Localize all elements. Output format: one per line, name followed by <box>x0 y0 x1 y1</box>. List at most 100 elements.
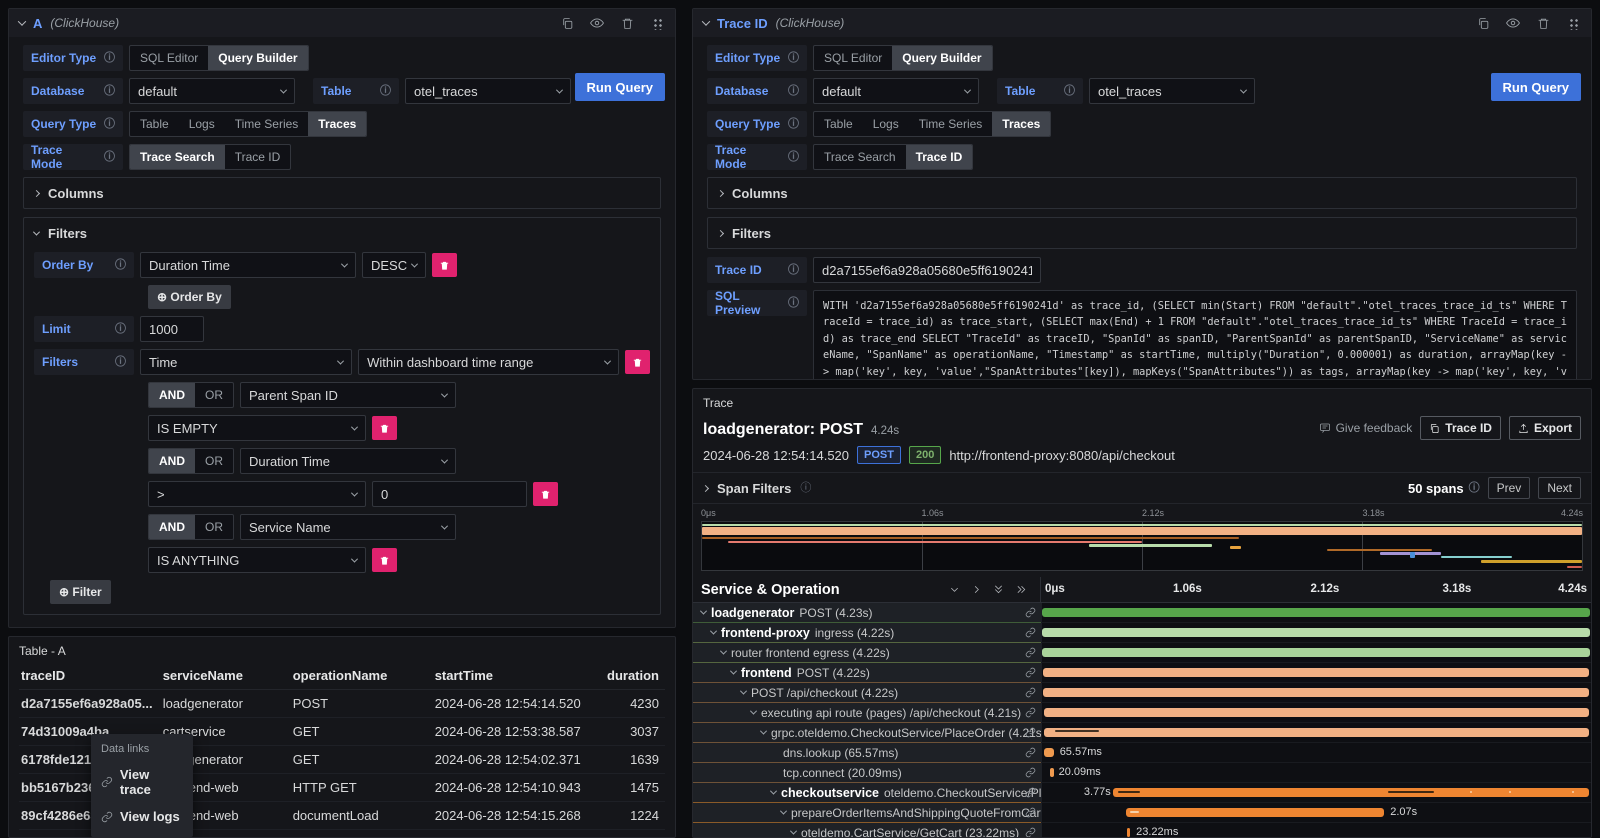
span-row[interactable]: loadgeneratorPOST (4.23s) <box>693 603 1591 623</box>
query-type-table[interactable]: Table <box>130 112 179 136</box>
chevron-down-icon[interactable] <box>750 708 757 715</box>
add-order-by-button[interactable]: ⊕ Order By <box>148 285 231 309</box>
chevron-down-icon[interactable] <box>740 688 747 695</box>
span-bar[interactable] <box>1050 768 1054 777</box>
span-bar[interactable] <box>1127 828 1130 837</box>
order-by-direction-select[interactable]: DESC <box>362 252 426 278</box>
query-type-logs[interactable]: Logs <box>179 112 225 136</box>
span-name-cell[interactable]: grpc.oteldemo.CheckoutService/PlaceOrder… <box>693 723 1041 743</box>
link-icon[interactable] <box>1025 607 1036 621</box>
trace-id-input[interactable] <box>813 257 1041 283</box>
span-bar[interactable] <box>1043 688 1590 697</box>
span-name-cell[interactable]: executing api route (pages) /api/checkou… <box>693 703 1041 723</box>
span-row[interactable]: frontendPOST (4.22s) <box>693 663 1591 683</box>
remove-filter-button[interactable] <box>625 350 650 374</box>
span-row[interactable]: oteldemo.CartService/GetCart (23.22ms) 2… <box>693 823 1591 838</box>
link-icon[interactable] <box>1025 827 1036 838</box>
chevron-right-icon[interactable] <box>702 484 709 491</box>
collapse-chevron-icon[interactable] <box>18 17 26 25</box>
query-type-traces[interactable]: Traces <box>308 112 366 136</box>
filter-field-select[interactable]: Service Name <box>240 514 456 540</box>
span-bar[interactable] <box>1044 748 1054 757</box>
link-icon[interactable] <box>1025 807 1036 821</box>
or-option[interactable]: OR <box>195 449 233 473</box>
filter-operator-select[interactable]: IS ANYTHING <box>148 547 366 573</box>
and-option[interactable]: AND <box>149 515 195 539</box>
link-icon[interactable] <box>1025 767 1036 781</box>
remove-filter-button[interactable] <box>372 548 397 572</box>
span-name-cell[interactable]: frontendPOST (4.22s) <box>693 663 1041 683</box>
collapse-one-icon[interactable] <box>949 584 960 595</box>
span-name-cell[interactable]: loadgeneratorPOST (4.23s) <box>693 603 1041 623</box>
col-operationName[interactable]: operationName <box>291 662 433 690</box>
span-row[interactable]: dns.lookup (65.57ms) 65.57ms <box>693 743 1591 763</box>
eye-icon[interactable] <box>1505 15 1521 31</box>
span-name-cell[interactable]: prepareOrderItemsAndShippingQuoteFromCar… <box>693 803 1041 823</box>
copy-icon[interactable] <box>559 15 575 31</box>
trace-minimap[interactable] <box>701 521 1583 571</box>
columns-section-header[interactable]: Columns <box>708 178 1576 208</box>
or-option[interactable]: OR <box>195 515 233 539</box>
span-name-cell[interactable]: router frontend egress (4.22s) <box>693 643 1041 663</box>
view-logs-link[interactable]: View logs <box>91 803 193 830</box>
span-bar[interactable] <box>1126 808 1383 817</box>
chevron-down-icon[interactable] <box>700 608 707 615</box>
remove-order-by-button[interactable] <box>432 253 457 277</box>
span-row[interactable]: POST /api/checkout (4.22s) <box>693 683 1591 703</box>
span-row[interactable]: frontend-proxyingress (4.22s) <box>693 623 1591 643</box>
filter-field-select[interactable]: Time <box>140 349 352 375</box>
span-name-cell[interactable]: tcp.connect (20.09ms) <box>693 763 1041 783</box>
span-row[interactable]: executing api route (pages) /api/checkou… <box>693 703 1591 723</box>
filter-field-select[interactable]: Parent Span ID <box>240 382 456 408</box>
chevron-down-icon[interactable] <box>780 808 787 815</box>
chevron-down-icon[interactable] <box>720 648 727 655</box>
eye-icon[interactable] <box>589 15 605 31</box>
span-name-cell[interactable]: frontend-proxyingress (4.22s) <box>693 623 1041 643</box>
filter-operator-select[interactable]: IS EMPTY <box>148 415 366 441</box>
query-builder-option[interactable]: Query Builder <box>208 46 307 70</box>
next-button[interactable]: Next <box>1538 477 1581 499</box>
copy-icon[interactable] <box>1475 15 1491 31</box>
span-name-cell[interactable]: POST /api/checkout (4.22s) <box>693 683 1041 703</box>
span-bar[interactable] <box>1042 628 1590 637</box>
filter-operator-select[interactable]: Within dashboard time range <box>358 349 619 375</box>
trace-id-button[interactable]: Trace ID <box>1420 416 1501 440</box>
query-type-table[interactable]: Table <box>814 112 863 136</box>
collapse-all-icon[interactable] <box>993 583 1004 596</box>
query-type-traces[interactable]: Traces <box>992 112 1050 136</box>
trace-id-option[interactable]: Trace ID <box>906 145 973 169</box>
span-bar[interactable] <box>1043 668 1590 677</box>
trace-search-option[interactable]: Trace Search <box>130 145 225 169</box>
prev-button[interactable]: Prev <box>1488 477 1531 499</box>
trace-search-option[interactable]: Trace Search <box>814 145 906 169</box>
collapse-chevron-icon[interactable] <box>702 17 710 25</box>
link-icon[interactable] <box>1025 747 1036 761</box>
chevron-down-icon[interactable] <box>760 728 767 735</box>
filter-operator-select[interactable]: > <box>148 481 366 507</box>
trace-id-option[interactable]: Trace ID <box>225 145 291 169</box>
sql-editor-option[interactable]: SQL Editor <box>814 46 892 70</box>
database-select[interactable]: default <box>813 78 979 104</box>
limit-input[interactable] <box>140 316 204 342</box>
filters-section-header[interactable]: Filters <box>708 218 1576 248</box>
span-name-cell[interactable]: dns.lookup (65.57ms) <box>693 743 1041 763</box>
span-row[interactable]: checkoutserviceoteldemo.CheckoutService/… <box>693 783 1591 803</box>
database-select[interactable]: default <box>129 78 295 104</box>
col-startTime[interactable]: startTime <box>433 662 603 690</box>
span-row[interactable]: tcp.connect (20.09ms) 20.09ms <box>693 763 1591 783</box>
trash-icon[interactable] <box>1535 15 1551 31</box>
link-icon[interactable] <box>1025 647 1036 661</box>
query-builder-option[interactable]: Query Builder <box>892 46 991 70</box>
link-icon[interactable] <box>1025 787 1036 801</box>
link-icon[interactable] <box>1025 627 1036 641</box>
query-type-timeseries[interactable]: Time Series <box>225 112 309 136</box>
filter-field-select[interactable]: Duration Time <box>240 448 456 474</box>
drag-handle-icon[interactable] <box>1565 15 1581 31</box>
span-bar[interactable] <box>1113 788 1589 797</box>
link-icon[interactable] <box>1025 667 1036 681</box>
and-option[interactable]: AND <box>149 383 195 407</box>
filters-section-header[interactable]: Filters <box>24 218 660 248</box>
and-option[interactable]: AND <box>149 449 195 473</box>
chevron-down-icon[interactable] <box>710 628 717 635</box>
or-option[interactable]: OR <box>195 383 233 407</box>
